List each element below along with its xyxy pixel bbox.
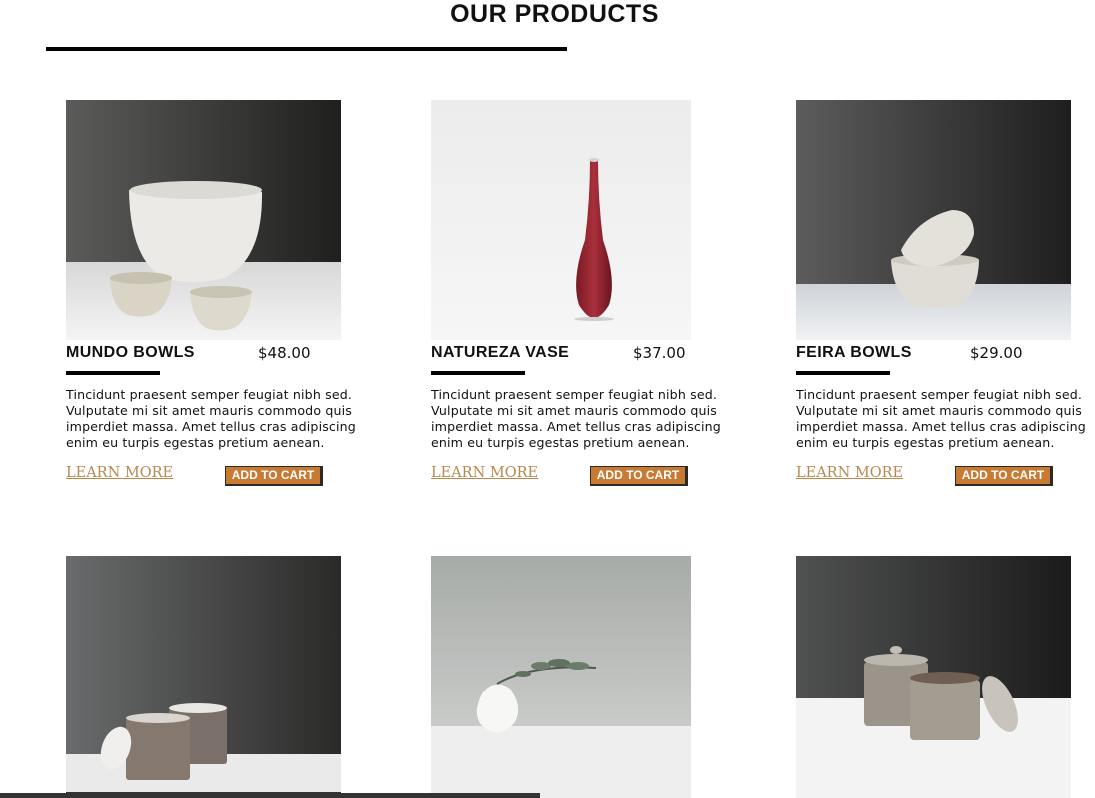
product-name: NATUREZA VASE bbox=[431, 344, 570, 361]
add-to-cart-button[interactable]: ADD TO CART bbox=[225, 466, 323, 486]
product-card: FEIRA BOWLS $29.00 Tincidunt praesent se… bbox=[796, 100, 1095, 500]
product-price: $37.00 bbox=[633, 344, 686, 362]
product-description: Tincidunt praesent semper feugiat nibh s… bbox=[66, 387, 356, 450]
product-image-feira-bowls[interactable] bbox=[796, 100, 1071, 340]
add-to-cart-button[interactable]: ADD TO CART bbox=[590, 466, 688, 486]
product-image-white-vase-eucalyptus[interactable] bbox=[431, 556, 691, 798]
name-divider bbox=[66, 371, 160, 375]
add-to-cart-button[interactable]: ADD TO CART bbox=[955, 466, 1053, 486]
title-divider bbox=[46, 47, 567, 51]
product-name: FEIRA BOWLS bbox=[796, 344, 912, 361]
learn-more-link[interactable]: LEARN MORE bbox=[431, 465, 538, 481]
product-description: Tincidunt praesent semper feugiat nibh s… bbox=[431, 387, 721, 450]
product-card bbox=[431, 556, 731, 798]
product-description: Tincidunt praesent semper feugiat nibh s… bbox=[796, 387, 1086, 450]
product-image-mundo-bowls[interactable] bbox=[66, 100, 341, 340]
product-image-stoneware-jars[interactable] bbox=[796, 556, 1071, 798]
product-card bbox=[66, 556, 366, 798]
product-card: NATUREZA VASE $37.00 Tincidunt praesent … bbox=[431, 100, 731, 500]
product-image-natureza-vase[interactable] bbox=[431, 100, 691, 340]
page-title: OUR PRODUCTS bbox=[450, 0, 659, 28]
learn-more-link[interactable]: LEARN MORE bbox=[66, 465, 173, 481]
product-card bbox=[796, 556, 1095, 798]
learn-more-link[interactable]: LEARN MORE bbox=[796, 465, 903, 481]
name-divider bbox=[431, 371, 525, 375]
product-image-lidded-canisters[interactable] bbox=[66, 556, 341, 798]
product-name: MUNDO BOWLS bbox=[66, 344, 195, 361]
name-divider bbox=[796, 371, 890, 375]
horizontal-scrollbar[interactable] bbox=[0, 793, 540, 798]
product-price: $29.00 bbox=[970, 344, 1023, 362]
product-card: MUNDO BOWLS $48.00 Tincidunt praesent se… bbox=[66, 100, 366, 500]
product-price: $48.00 bbox=[258, 344, 311, 362]
